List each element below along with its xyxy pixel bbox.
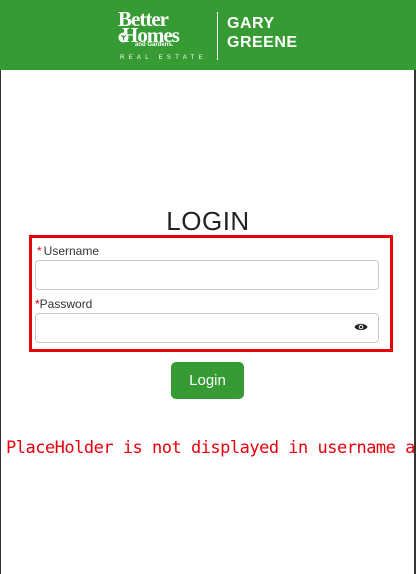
username-input[interactable]: [35, 260, 379, 290]
site-header: Better Homes and Gardens. REAL ESTATE GA…: [0, 0, 416, 70]
window-border-left: [0, 0, 1, 574]
password-label: *Password: [35, 297, 92, 311]
eye-icon[interactable]: [354, 322, 368, 332]
gary-greene-logo[interactable]: GARY GREENE: [227, 14, 298, 52]
brand-right-line-1: GARY: [227, 15, 275, 32]
brand-right-line-2: GREENE: [227, 34, 298, 51]
password-label-text: Password: [39, 297, 93, 311]
login-title: LOGIN: [166, 206, 250, 236]
brand-subtitle: and Gardens.: [135, 42, 174, 48]
login-button[interactable]: Login: [171, 362, 244, 399]
required-marker: *: [37, 244, 42, 258]
leaf-icon: [118, 32, 129, 43]
username-label: * Username: [37, 244, 99, 258]
annotation-note: PlaceHolder is not displayed in username…: [6, 438, 414, 458]
bhg-logo[interactable]: Better Homes and Gardens. REAL ESTATE: [118, 9, 210, 62]
password-input[interactable]: [35, 313, 379, 343]
logo-divider: [217, 12, 218, 60]
username-label-text: Username: [43, 244, 100, 258]
brand-tagline: REAL ESTATE: [120, 55, 207, 61]
